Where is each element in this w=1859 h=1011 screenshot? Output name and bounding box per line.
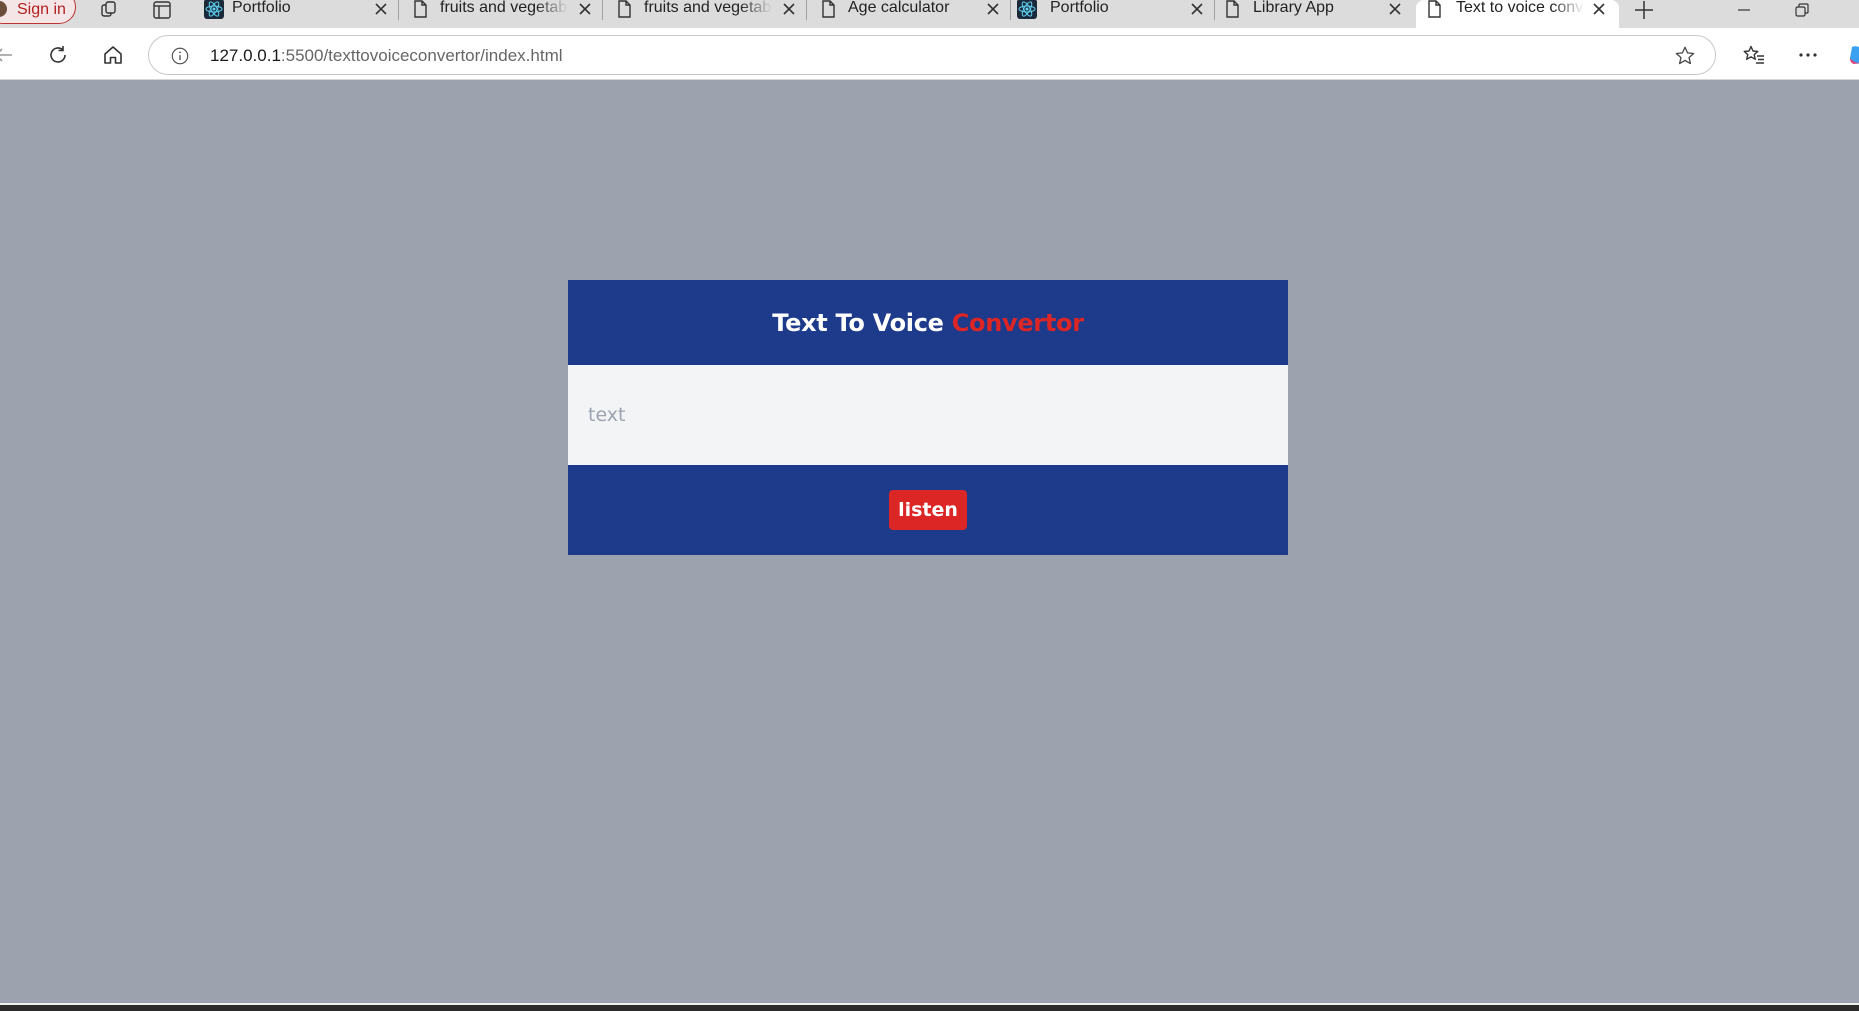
page-icon <box>1222 0 1242 19</box>
app-title: Text To Voice Convertor <box>772 308 1084 337</box>
tab-title: fruits and vegetables <box>644 0 772 16</box>
close-tab-icon[interactable] <box>1188 0 1206 18</box>
tab-fruits-and-vegetables[interactable]: fruits and vegetables <box>400 0 603 28</box>
tab-library-app[interactable]: Library App <box>1216 0 1419 28</box>
favorites-icon[interactable] <box>1739 40 1769 70</box>
workspaces-icon[interactable] <box>98 0 120 20</box>
tab-fruits-and-vegetables-2[interactable]: fruits and vegetables <box>604 0 807 28</box>
taskbar-edge <box>0 1003 1859 1011</box>
close-tab-icon[interactable] <box>1386 0 1404 18</box>
minimize-icon[interactable] <box>1724 0 1764 20</box>
close-tab-icon[interactable] <box>780 0 798 18</box>
card-header: Text To Voice Convertor <box>568 280 1288 365</box>
listen-button[interactable]: listen <box>889 490 967 530</box>
more-options-icon[interactable] <box>1793 40 1823 70</box>
restore-icon[interactable] <box>1782 0 1822 20</box>
tab-divider <box>602 0 603 20</box>
tab-portfolio-2[interactable]: Portfolio <box>1012 0 1215 28</box>
tab-title: Portfolio <box>232 0 291 16</box>
tab-divider <box>1010 0 1011 20</box>
sign-in-label: Sign in <box>17 1 66 18</box>
close-tab-icon[interactable] <box>1590 0 1608 18</box>
tab-title: Library App <box>1253 0 1334 16</box>
close-tab-icon[interactable] <box>576 0 594 18</box>
text-input[interactable] <box>568 365 1288 465</box>
new-tab-icon[interactable] <box>1632 0 1656 20</box>
tab-portfolio[interactable]: Portfolio <box>196 0 399 28</box>
tab-divider <box>806 0 807 20</box>
url-path: :5500/texttovoiceconvertor/index.html <box>280 46 563 65</box>
reload-icon[interactable] <box>43 40 73 70</box>
page-icon <box>410 0 430 19</box>
browser-tab-strip: Sign in Portfolio fruits and vegetables … <box>0 0 1859 28</box>
title-accent: Convertor <box>951 308 1084 337</box>
url-host: 127.0.0.1 <box>210 46 281 65</box>
page-viewport: Text To Voice Convertor listen <box>0 81 1859 1003</box>
tab-title: fruits and vegetables <box>440 0 568 16</box>
tts-card: Text To Voice Convertor listen <box>568 280 1288 555</box>
tab-title: Portfolio <box>1050 0 1109 16</box>
title-main: Text To Voice <box>772 308 952 337</box>
tab-divider <box>1214 0 1215 20</box>
page-icon <box>1424 0 1444 19</box>
home-icon[interactable] <box>98 40 128 70</box>
page-icon <box>614 0 634 19</box>
close-tab-icon[interactable] <box>984 0 1002 18</box>
browser-toolbar: 127.0.0.1:5500/texttovoiceconvertor/inde… <box>0 28 1859 80</box>
tab-title: Age calculator <box>848 0 950 16</box>
close-tab-icon[interactable] <box>372 0 390 18</box>
favorite-star-icon[interactable] <box>1673 44 1697 68</box>
sign-in-button[interactable]: Sign in <box>0 0 76 24</box>
card-footer: listen <box>568 465 1288 555</box>
site-info-icon[interactable] <box>169 45 191 67</box>
back-arrow-icon[interactable] <box>0 40 18 70</box>
avatar <box>0 1 7 17</box>
tab-title: Text to voice convertor <box>1456 0 1584 16</box>
address-bar[interactable]: 127.0.0.1:5500/texttovoiceconvertor/inde… <box>148 35 1716 75</box>
tab-divider <box>398 0 399 20</box>
react-icon <box>1017 0 1037 19</box>
copilot-icon[interactable] <box>1842 40 1859 70</box>
page-icon <box>818 0 838 19</box>
tab-text-to-voice[interactable]: Text to voice convertor <box>1416 0 1619 28</box>
react-icon <box>204 0 224 19</box>
url-text: 127.0.0.1:5500/texttovoiceconvertor/inde… <box>210 46 563 66</box>
tab-age-calculator[interactable]: Age calculator <box>808 0 1011 28</box>
vertical-tabs-icon[interactable] <box>151 0 173 20</box>
